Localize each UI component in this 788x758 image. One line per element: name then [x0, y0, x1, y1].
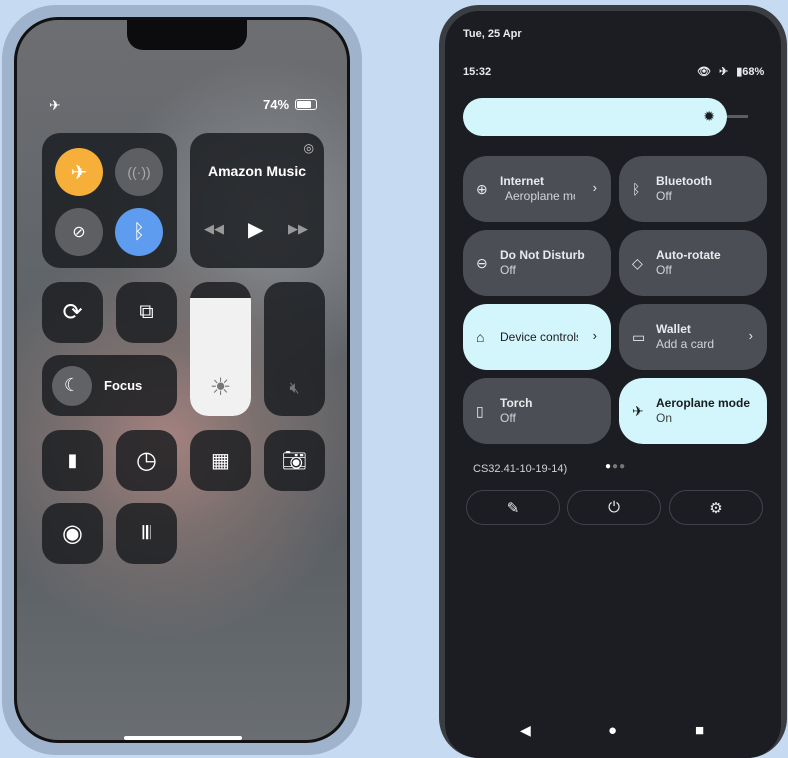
flashlight-icon: ▮: [67, 450, 78, 470]
wallet-icon: ▭: [632, 328, 646, 345]
edit-button[interactable]: ✎: [466, 490, 560, 525]
play-icon[interactable]: ▶: [248, 217, 263, 242]
tile-subtitle: Off: [656, 263, 672, 277]
nav-recents-button[interactable]: ■: [695, 722, 704, 739]
date: Tue, 25 Apr: [463, 28, 522, 40]
settings-button[interactable]: ⚙: [669, 490, 763, 525]
pencil-icon: ✎: [506, 499, 520, 517]
battery-icon: [295, 99, 317, 110]
tile-bluetooth[interactable]: ᛒ Bluetooth Off: [619, 156, 767, 222]
power-icon: ⏻: [608, 499, 620, 516]
android-screen: Tue, 25 Apr 15:32 👁︎ ✈ ▮68% ✹ ⊕ Internet Ae…: [445, 11, 781, 758]
tile-title: Internet: [500, 174, 545, 188]
screen-mirroring-button[interactable]: ⧉: [116, 282, 177, 343]
music-title: Amazon Music: [207, 163, 306, 179]
tile-device-controls[interactable]: ⌂ Device controls ›: [463, 304, 611, 370]
tile-title: Do Not Disturb: [500, 248, 585, 262]
focus-button[interactable]: ☾ Focus: [42, 355, 177, 416]
tile-title: Device controls: [500, 329, 578, 344]
rewind-icon[interactable]: ◀◀: [204, 221, 224, 237]
calculator-button[interactable]: ▦: [190, 430, 251, 491]
tile-aeroplane-mode[interactable]: ✈ Aeroplane mode On: [619, 378, 767, 444]
tile-subtitle: Off: [500, 263, 516, 277]
airplane-icon: ✈: [718, 66, 729, 78]
tile-subtitle: Add a card: [656, 337, 715, 351]
bluetooth-icon: ᛒ: [632, 181, 641, 197]
tile-torch[interactable]: ▯ Torch Off: [463, 378, 611, 444]
tile-wallet[interactable]: ▭ Wallet Add a card ›: [619, 304, 767, 370]
timer-button[interactable]: ◷: [116, 430, 177, 491]
build-number: CS32.41-10-19-14): [473, 463, 568, 475]
sound-recognition-icon: 𝄃𝄃: [142, 523, 151, 543]
airplay-icon[interactable]: ◎: [304, 141, 314, 155]
moon-icon: ☾: [52, 365, 92, 406]
tile-title: Aeroplane mode: [656, 396, 751, 410]
tile-do-not-disturb[interactable]: ⊖ Do Not Disturb Off: [463, 230, 611, 296]
tile-auto-rotate[interactable]: ◇ Auto-rotate Off: [619, 230, 767, 296]
cellular-toggle[interactable]: ((·)): [115, 148, 163, 196]
fast-forward-icon[interactable]: ▶▶: [288, 221, 308, 237]
airplane-icon: ✈: [632, 402, 644, 419]
record-icon: ◉: [62, 520, 83, 547]
sun-icon: ☀: [209, 374, 232, 401]
battery-percent: 74%: [263, 97, 290, 112]
torch-icon: ▯: [476, 402, 484, 419]
rotate-icon: ◇: [632, 254, 643, 271]
timer-icon: ◷: [136, 447, 157, 474]
notch: [127, 20, 247, 50]
wifi-off-toggle[interactable]: ⊘: [55, 208, 103, 256]
nav-back-button[interactable]: ◀: [520, 722, 531, 739]
brightness-icon: ✹: [703, 108, 715, 124]
music-module[interactable]: ◎ Amazon Music ◀◀ ▶ ▶▶: [190, 133, 324, 268]
camera-button[interactable]: 📷︎: [264, 430, 325, 491]
calculator-icon: ▦: [211, 450, 230, 472]
power-button[interactable]: ⏻: [567, 490, 661, 525]
chevron-right-icon: ›: [592, 328, 597, 343]
tile-subtitle: On: [656, 411, 673, 425]
tile-subtitle: Off: [656, 189, 672, 203]
chevron-right-icon: ›: [748, 328, 753, 343]
flashlight-button[interactable]: ▮: [42, 430, 103, 491]
screen-mirror-icon: ⧉: [139, 301, 154, 323]
nav-home-button[interactable]: ●: [608, 722, 617, 739]
focus-label: Focus: [104, 378, 143, 393]
sound-recognition-button[interactable]: 𝄃𝄃: [116, 503, 177, 564]
brightness-slider[interactable]: ✹: [463, 98, 727, 136]
airplane-toggle[interactable]: ✈: [55, 148, 103, 196]
android-quick-settings: Tue, 25 Apr 15:32 👁︎ ✈ ▮68% ✹ ⊕ Internet Ae…: [439, 5, 787, 758]
iphone-control-center: ✈ 74% ✈ ((·)) ⊘ ᛒ ◎ Amazon Music ◀◀ ▶ ▶▶…: [2, 5, 362, 755]
bluetooth-toggle[interactable]: ᛒ: [115, 208, 163, 256]
tile-title: Wallet: [656, 322, 691, 336]
rotation-lock-icon: ⟳: [62, 299, 83, 326]
chevron-right-icon: ›: [592, 180, 597, 195]
tile-title: Auto-rotate: [656, 248, 721, 262]
eye-icon: 👁︎: [697, 66, 711, 78]
camera-icon: 📷︎: [281, 450, 308, 472]
gear-icon: ⚙: [709, 499, 723, 517]
volume-slider[interactable]: 🔇︎: [264, 282, 325, 416]
iphone-screen: ✈ 74% ✈ ((·)) ⊘ ᛒ ◎ Amazon Music ◀◀ ▶ ▶▶…: [14, 17, 350, 743]
tile-subtitle: Aeroplane mode: [505, 189, 575, 203]
screen-record-button[interactable]: ◉: [42, 503, 103, 564]
tile-internet[interactable]: ⊕ InternetAeroplane mode ›: [463, 156, 611, 222]
brightness-slider[interactable]: ☀: [190, 282, 251, 416]
mute-icon: 🔇︎: [289, 380, 300, 397]
tile-subtitle: Off: [500, 411, 516, 425]
airplane-status-icon: ✈: [49, 97, 61, 113]
rotation-lock-button[interactable]: ⟳: [42, 282, 103, 343]
home-icon: ⌂: [476, 329, 485, 345]
page-indicator: ●●●: [605, 461, 627, 472]
tile-title: Torch: [500, 396, 533, 410]
time: 15:32: [463, 66, 492, 78]
battery-percent: 68%: [742, 66, 765, 78]
tile-title: Bluetooth: [656, 174, 712, 188]
home-indicator[interactable]: [124, 736, 242, 740]
status-icons: 👁︎ ✈ ▮68%: [697, 65, 764, 78]
dnd-icon: ⊖: [476, 254, 488, 271]
globe-off-icon: ⊕: [476, 180, 488, 197]
